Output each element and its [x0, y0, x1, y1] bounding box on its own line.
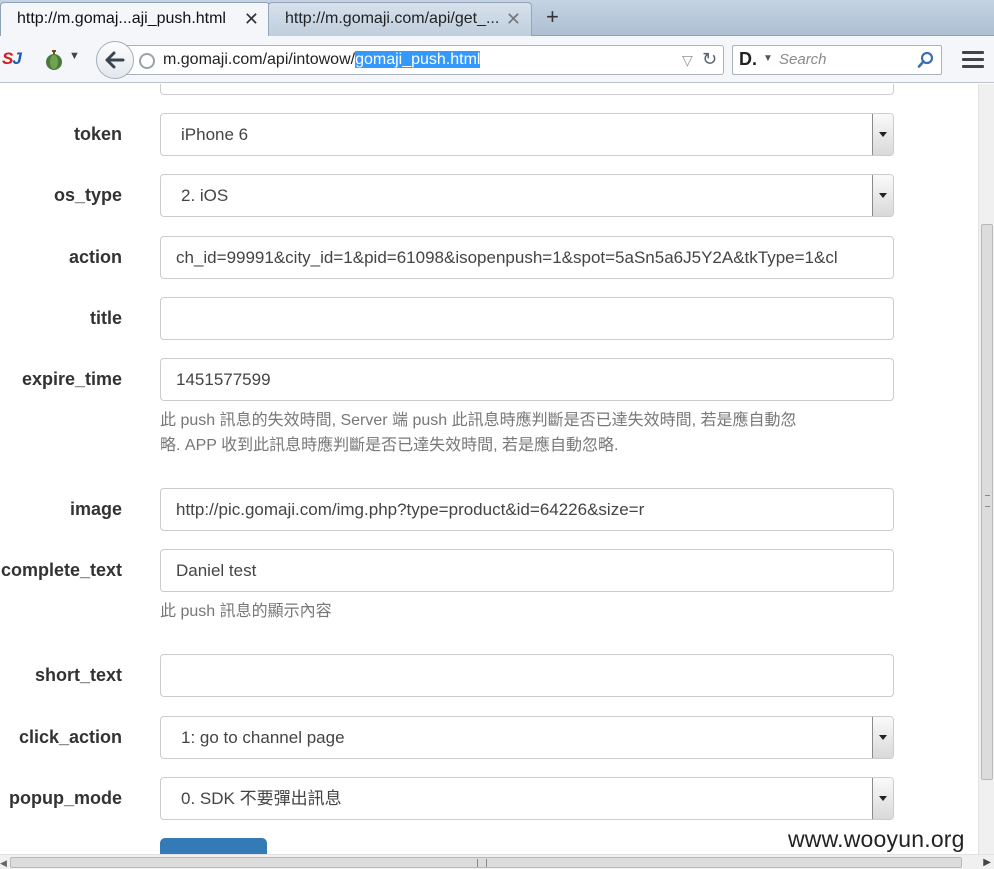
grip-icon: [477, 859, 487, 867]
watermark: www.wooyun.org: [788, 826, 965, 852]
expire-time-label: expire_time: [21, 369, 122, 389]
short-text-label: short_text: [34, 665, 122, 685]
os-type-select[interactable]: 2. iOS: [160, 174, 894, 217]
horizontal-scroll-thumb[interactable]: [10, 857, 962, 868]
click-action-select[interactable]: 1: go to channel page: [160, 716, 894, 759]
chevron-down-icon[interactable]: ▼: [763, 53, 773, 64]
image-input[interactable]: http://pic.gomaji.com/img.php?type=produ…: [160, 488, 894, 531]
complete-text-input[interactable]: Daniel test: [160, 549, 894, 592]
partial-field[interactable]: [160, 84, 894, 95]
tab-title: http://m.gomaji.com/api/get_...: [285, 10, 500, 27]
search-icon[interactable]: [917, 51, 935, 69]
token-label: token: [73, 124, 122, 144]
action-label: action: [68, 247, 122, 267]
tab-strip: http://m.gomaj...aji_push.html ✕ http://…: [0, 0, 994, 36]
title-input[interactable]: [160, 297, 894, 340]
tab-gomaji-push[interactable]: http://m.gomaj...aji_push.html ✕: [0, 2, 270, 36]
vertical-scroll-thumb[interactable]: [981, 224, 993, 780]
search-input[interactable]: Search: [779, 51, 827, 68]
image-label: image: [69, 499, 122, 519]
back-arrow-icon: [105, 51, 125, 69]
url-text[interactable]: m.gomaji.com/api/intowow/gomaji_push.htm…: [163, 51, 481, 69]
popup-mode-value: 0. SDK 不要彈出訊息: [181, 789, 342, 808]
page-content: token iPhone 6 os_type 2. iOS action ch_…: [0, 84, 978, 854]
search-bar[interactable]: D. ▼ Search: [732, 45, 942, 75]
sj-extension-icon[interactable]: SJ: [2, 49, 22, 69]
chevron-down-icon[interactable]: [872, 114, 893, 155]
close-tab-icon[interactable]: ✕: [506, 3, 521, 35]
hamburger-menu-icon[interactable]: [962, 51, 984, 69]
expire-time-help: 此 push 訊息的失效時間, Server 端 push 此訊息時應判斷是否已…: [160, 412, 797, 454]
chevron-down-icon[interactable]: [872, 778, 893, 819]
url-history-dropdown-icon[interactable]: ▽: [682, 52, 693, 69]
back-button[interactable]: [96, 41, 134, 79]
new-tab-icon[interactable]: +: [546, 2, 559, 32]
os-type-value: 2. iOS: [181, 186, 229, 205]
close-tab-icon[interactable]: ✕: [244, 3, 259, 35]
chevron-down-icon[interactable]: ▼: [69, 50, 80, 62]
chevron-down-icon[interactable]: [872, 717, 893, 758]
expire-time-input[interactable]: 1451577599: [160, 358, 894, 401]
vertical-scrollbar[interactable]: [978, 84, 994, 854]
token-value: iPhone 6: [181, 125, 249, 144]
complete-text-label: complete_text: [0, 560, 122, 580]
grip-icon: [985, 495, 990, 507]
nav-bar: SJ ▼ m.gomaji.com/api/intowow/gomaji_pus…: [0, 36, 994, 83]
scroll-right-icon[interactable]: ▶: [983, 857, 991, 868]
complete-text-help: 此 push 訊息的顯示內容: [160, 603, 332, 620]
click-action-value: 1: go to channel page: [181, 728, 345, 747]
chevron-down-icon[interactable]: [872, 175, 893, 216]
url-bar[interactable]: m.gomaji.com/api/intowow/gomaji_push.htm…: [126, 45, 724, 75]
popup-mode-select[interactable]: 0. SDK 不要彈出訊息: [160, 777, 894, 820]
tab-title: http://m.gomaj...aji_push.html: [17, 10, 226, 27]
popup-mode-label: popup_mode: [9, 788, 122, 808]
os-type-label: os_type: [53, 185, 122, 205]
submit-button[interactable]: [160, 838, 267, 854]
scroll-left-icon[interactable]: ◀: [0, 858, 7, 869]
short-text-input[interactable]: [160, 654, 894, 697]
action-input[interactable]: ch_id=99991&city_id=1&pid=61098&isopenpu…: [160, 236, 894, 279]
horizontal-scrollbar[interactable]: ◀ ▶: [0, 854, 994, 869]
reload-icon[interactable]: ↻: [702, 49, 717, 70]
search-engine-icon[interactable]: D.: [739, 49, 757, 70]
click-action-label: click_action: [18, 727, 122, 747]
token-select[interactable]: iPhone 6: [160, 113, 894, 156]
title-label: title: [89, 308, 122, 328]
globe-icon[interactable]: [139, 53, 155, 69]
tab-get-api[interactable]: http://m.gomaji.com/api/get_... ✕: [268, 2, 532, 36]
bomb-extension-icon[interactable]: [44, 49, 64, 71]
